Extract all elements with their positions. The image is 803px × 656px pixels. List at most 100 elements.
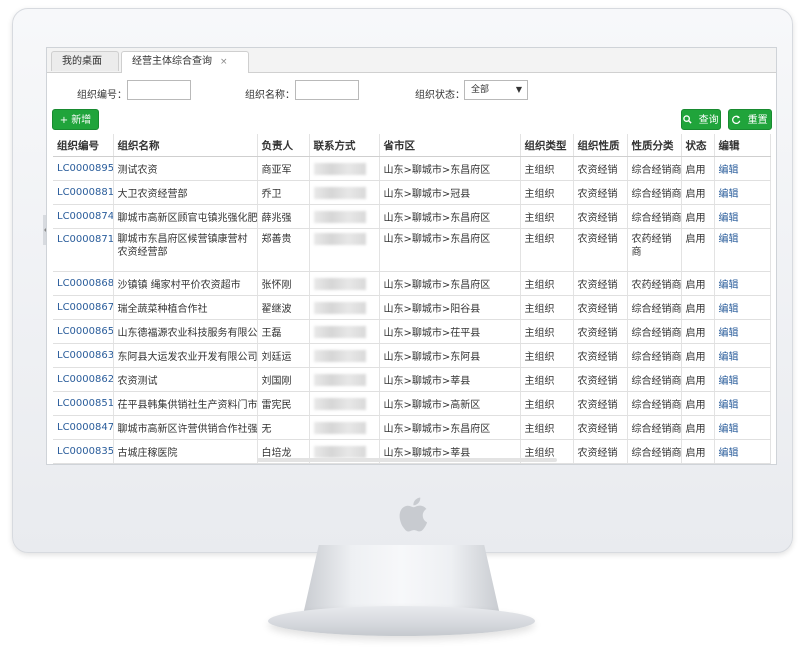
- contact-cell: [309, 204, 380, 229]
- type-cell: 主组织: [520, 367, 574, 392]
- edit-cell[interactable]: 编辑: [714, 204, 771, 229]
- table-row[interactable]: LC00008674瑞全蔬菜种植合作社翟继波 山东>聊城市>阳谷县主组织农资经销综…: [53, 295, 771, 320]
- tab-business-query[interactable]: 经营主体综合查询 ×: [121, 51, 249, 73]
- edit-cell[interactable]: 编辑: [714, 319, 771, 344]
- tab-label: 经营主体综合查询: [132, 56, 212, 67]
- edit-cell[interactable]: 编辑: [714, 343, 771, 368]
- category-cell: 综合经销商: [627, 319, 682, 344]
- leader-cell: 张怀刚: [257, 271, 310, 296]
- code-cell[interactable]: LC00008627: [53, 367, 114, 392]
- column-header[interactable]: 状态: [681, 134, 715, 157]
- code-cell[interactable]: LC00008740: [53, 204, 114, 229]
- leader-cell: 薛兆强: [257, 204, 310, 229]
- status-cell: 启用: [681, 295, 715, 320]
- type-cell: 主组织: [520, 343, 574, 368]
- category-cell: 综合经销商: [627, 343, 682, 368]
- table-row[interactable]: LC00008813大卫农资经营部乔卫 山东>聊城市>冠县主组织农资经销综合经销商…: [53, 180, 771, 205]
- region-cell: 山东>聊城市>东昌府区: [379, 156, 521, 181]
- column-header[interactable]: 编辑: [714, 134, 771, 157]
- code-cell[interactable]: LC00008659: [53, 319, 114, 344]
- table-row[interactable]: LC00008687沙镇镇 绳家村平价农资超市张怀刚 山东>聊城市>东昌府区主组织…: [53, 271, 771, 296]
- table-row[interactable]: LC00008633东阿县大运发农业开发有限公司刘廷运 山东>聊城市>东阿县主组织…: [53, 343, 771, 368]
- table-row[interactable]: LC00008710聊城市东昌府区候营镇康营村农资经营部郑善贵 山东>聊城市>东昌…: [53, 228, 771, 272]
- type-cell: 主组织: [520, 271, 574, 296]
- column-header[interactable]: 联系方式: [309, 134, 380, 157]
- name-cell: 瑞全蔬菜种植合作社: [113, 295, 258, 320]
- org-name-input[interactable]: [295, 80, 359, 100]
- status-cell: 启用: [681, 204, 715, 229]
- reset-button[interactable]: 重置: [728, 109, 772, 130]
- category-cell: 综合经销商: [627, 180, 682, 205]
- redacted-phone: [313, 233, 366, 245]
- nature-cell: 农资经销: [573, 343, 628, 368]
- region-cell: 山东>聊城市>冠县: [379, 180, 521, 205]
- name-cell: 测试农资: [113, 156, 258, 181]
- tab-my-desktop[interactable]: 我的桌面: [51, 51, 119, 71]
- code-cell[interactable]: LC00008674: [53, 295, 114, 320]
- nature-cell: 农资经销: [573, 319, 628, 344]
- code-cell[interactable]: LC00008954: [53, 156, 114, 181]
- code-cell[interactable]: LC00008511: [53, 391, 114, 416]
- org-status-select[interactable]: 全部 ▼: [464, 80, 528, 100]
- leader-cell: 商亚军: [257, 156, 310, 181]
- name-cell: 古城庄稼医院: [113, 439, 258, 464]
- status-cell: 启用: [681, 439, 715, 464]
- nature-cell: 农资经销: [573, 180, 628, 205]
- table-row[interactable]: LC00008627农资测试刘国刚 山东>聊城市>莘县主组织农资经销综合经销商启用…: [53, 367, 771, 392]
- edit-cell[interactable]: 编辑: [714, 439, 771, 464]
- table-row[interactable]: LC00008954测试农资商亚军 山东>聊城市>东昌府区主组织农资经销综合经销商…: [53, 156, 771, 181]
- contact-cell: [309, 319, 380, 344]
- horizontal-scrollbar[interactable]: [257, 458, 557, 462]
- edit-cell[interactable]: 编辑: [714, 271, 771, 296]
- status-cell: 启用: [681, 156, 715, 181]
- type-cell: 主组织: [520, 180, 574, 205]
- column-header[interactable]: 省市区: [379, 134, 521, 157]
- code-cell[interactable]: LC00008813: [53, 180, 114, 205]
- status-cell: 启用: [681, 319, 715, 344]
- name-cell: 农资测试: [113, 367, 258, 392]
- nature-cell: 农资经销: [573, 271, 628, 296]
- category-cell: 综合经销商: [627, 156, 682, 181]
- redacted-phone: [313, 373, 366, 386]
- table-row[interactable]: LC00008740聊城市高新区顾官屯镇兆强化肥店薛兆强 山东>聊城市>东昌府区主…: [53, 204, 771, 229]
- contact-cell: [309, 156, 380, 181]
- org-status-value: 全部: [471, 85, 490, 95]
- column-header[interactable]: 组织名称: [113, 134, 258, 157]
- contact-cell: [309, 180, 380, 205]
- column-header[interactable]: 性质分类: [627, 134, 682, 157]
- code-cell[interactable]: LC00008351: [53, 439, 114, 464]
- code-cell[interactable]: LC00008633: [53, 343, 114, 368]
- column-header[interactable]: 组织编号: [53, 134, 114, 157]
- org-table: 组织编号 组织名称 负责人 联系方式 省市区 组织类型 组织性质 性质分类 状态…: [53, 134, 771, 464]
- redacted-phone: [313, 397, 366, 410]
- type-cell: 主组织: [520, 228, 574, 272]
- edit-cell[interactable]: 编辑: [714, 180, 771, 205]
- leader-cell: 无: [257, 415, 310, 440]
- edit-cell[interactable]: 编辑: [714, 367, 771, 392]
- code-cell[interactable]: LC00008479: [53, 415, 114, 440]
- org-status-label: 组织状态：: [415, 90, 465, 101]
- column-header[interactable]: 组织类型: [520, 134, 574, 157]
- edit-cell[interactable]: 编辑: [714, 415, 771, 440]
- table-row[interactable]: LC00008659山东德福源农业科技服务有限公司王磊 山东>聊城市>茌平县主组织…: [53, 319, 771, 344]
- edit-cell[interactable]: 编辑: [714, 295, 771, 320]
- code-cell[interactable]: LC00008687: [53, 271, 114, 296]
- column-header[interactable]: 组织性质: [573, 134, 628, 157]
- redacted-phone: [313, 325, 366, 338]
- edit-cell[interactable]: 编辑: [714, 391, 771, 416]
- type-cell: 主组织: [520, 204, 574, 229]
- column-header[interactable]: 负责人: [257, 134, 310, 157]
- redacted-phone: [313, 186, 366, 199]
- add-button[interactable]: + 新增: [52, 109, 99, 130]
- edit-cell[interactable]: 编辑: [714, 156, 771, 181]
- table-row[interactable]: LC00008479聊城市高新区许营供销合作社强农无 山东>聊城市>东昌府区主组织…: [53, 415, 771, 440]
- close-icon[interactable]: ×: [220, 57, 228, 67]
- region-cell: 山东>聊城市>莘县: [379, 367, 521, 392]
- type-cell: 主组织: [520, 295, 574, 320]
- org-code-input[interactable]: [127, 80, 191, 100]
- query-button[interactable]: 查询: [681, 109, 721, 130]
- tab-bar: 我的桌面 经营主体综合查询 ×: [47, 48, 776, 73]
- edit-cell[interactable]: 编辑: [714, 228, 771, 272]
- code-cell[interactable]: LC00008710: [53, 228, 114, 272]
- table-row[interactable]: LC00008511茌平县韩集供销社生产资料门市部雷宪民 山东>聊城市>高新区主组…: [53, 391, 771, 416]
